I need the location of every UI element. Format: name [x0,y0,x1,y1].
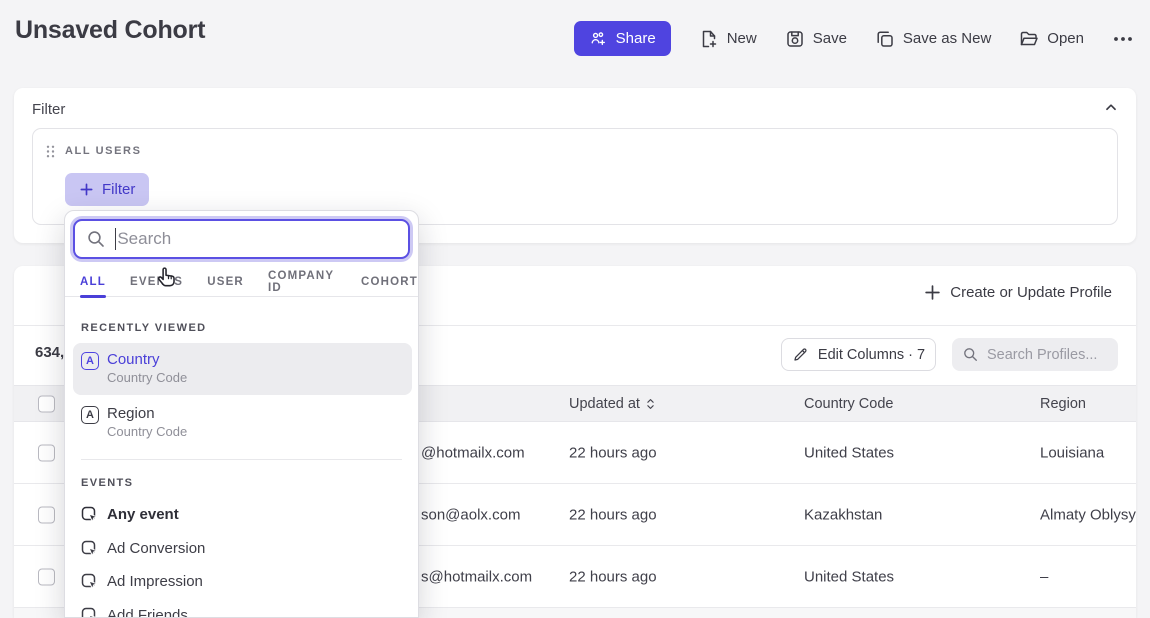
column-header-region[interactable]: Region [1040,396,1086,412]
plus-icon [79,182,94,197]
filter-property-dropdown: ALL EVENTS USER COMPANY ID COHORT RECENT… [64,210,419,618]
dropdown-item-ad-impression[interactable]: Ad Impression [73,566,412,599]
new-file-icon [699,29,719,49]
chevron-up-icon [1102,98,1120,116]
event-click-icon [81,540,99,558]
sort-icon[interactable] [646,397,655,411]
tab-events[interactable]: EVENTS [130,267,183,297]
cell-email: s@hotmailx.com [421,568,532,585]
save-as-new-button[interactable]: Save as New [875,29,991,49]
collapse-panel-button[interactable] [1102,98,1120,116]
divider [81,459,402,460]
event-click-icon [81,506,99,524]
cell-region: – [1040,568,1048,585]
open-button[interactable]: Open [1019,29,1084,49]
page-title: Unsaved Cohort [15,16,205,45]
edit-columns-button[interactable]: Edit Columns · 7 [781,338,936,371]
cohort-builder-app: Unsaved Cohort Share New [0,0,1150,618]
plus-icon [924,284,941,301]
header-actions: Share New Save [574,21,1134,56]
filter-panel-title: Filter [32,101,65,118]
dropdown-item-any-event[interactable]: Any event [73,499,412,532]
tab-all[interactable]: ALL [80,267,106,297]
dropdown-item-country[interactable]: A Country Country Code [73,343,412,395]
more-options-button[interactable] [1112,29,1134,49]
save-as-new-button-label: Save as New [903,30,991,47]
column-header-updated-at[interactable]: Updated at [569,396,655,412]
dropdown-item-region[interactable]: A Region Country Code [73,397,412,449]
profiles-search [952,338,1118,371]
tab-cohort[interactable]: COHORT [361,267,418,297]
drag-handle-icon[interactable] [45,144,56,164]
open-folder-icon [1019,29,1039,49]
cell-country-code: Kazakhstan [804,506,882,523]
country-code-label: Country Code [804,396,893,412]
profiles-search-input[interactable] [987,347,1108,363]
dropdown-item-label: Add Friends [107,607,188,618]
new-button-label: New [727,30,757,47]
save-button-label: Save [813,30,847,47]
pencil-icon [792,346,809,363]
create-or-update-profile-label: Create or Update Profile [950,284,1112,301]
dropdown-item-add-friends[interactable]: Add Friends [73,600,412,618]
region-label: Region [1040,396,1086,412]
column-header-country-code[interactable]: Country Code [804,396,893,412]
letter-a-property-icon: A [81,352,99,370]
dropdown-tabs: ALL EVENTS USER COMPANY ID COHORT [65,267,418,297]
ellipsis-icon [1112,29,1134,49]
new-button[interactable]: New [699,29,757,49]
dropdown-search [73,219,410,259]
tab-user[interactable]: USER [207,267,244,297]
create-or-update-profile-button[interactable]: Create or Update Profile [924,284,1112,301]
search-icon [86,229,106,249]
dropdown-item-label: Any event [107,506,179,523]
share-users-icon [589,30,607,48]
open-button-label: Open [1047,30,1084,47]
share-button[interactable]: Share [574,21,671,56]
tab-company-id[interactable]: COMPANY ID [268,267,337,297]
event-click-icon [81,607,99,618]
row-checkbox[interactable] [38,568,55,585]
row-checkbox[interactable] [38,506,55,523]
dropdown-search-input[interactable] [117,229,397,249]
dropdown-item-label: Country [107,351,160,368]
cell-region: Almaty Oblysy [1040,506,1136,523]
cell-country-code: United States [804,568,894,585]
all-users-label: ALL USERS [65,145,142,157]
cell-email: @hotmailx.com [421,444,525,461]
add-filter-button-label: Filter [102,181,135,198]
event-click-icon [81,573,99,591]
search-icon [962,346,979,363]
add-filter-button[interactable]: Filter [65,173,149,206]
cell-updated-at: 22 hours ago [569,568,657,585]
recently-viewed-section-label: RECENTLY VIEWED [81,322,207,334]
cell-region: Louisiana [1040,444,1104,461]
dropdown-item-sublabel: Country Code [107,424,187,439]
cell-country-code: United States [804,444,894,461]
updated-at-label: Updated at [569,396,640,412]
dropdown-item-label: Region [107,405,155,422]
row-checkbox[interactable] [38,444,55,461]
cell-updated-at: 22 hours ago [569,506,657,523]
dropdown-item-label: Ad Impression [107,573,203,590]
letter-a-property-icon: A [81,406,99,424]
cell-updated-at: 22 hours ago [569,444,657,461]
dropdown-item-ad-conversion[interactable]: Ad Conversion [73,533,412,566]
edit-columns-label: Edit Columns · 7 [818,347,925,363]
cell-email: son@aolx.com [421,506,520,523]
events-section-label: EVENTS [81,477,133,489]
dropdown-item-label: Ad Conversion [107,540,205,557]
text-caret [115,228,116,250]
share-button-label: Share [616,30,656,47]
save-button[interactable]: Save [785,29,847,49]
save-floppy-icon [785,29,805,49]
dropdown-item-sublabel: Country Code [107,370,187,385]
copy-icon [875,29,895,49]
select-all-checkbox[interactable] [38,395,55,412]
